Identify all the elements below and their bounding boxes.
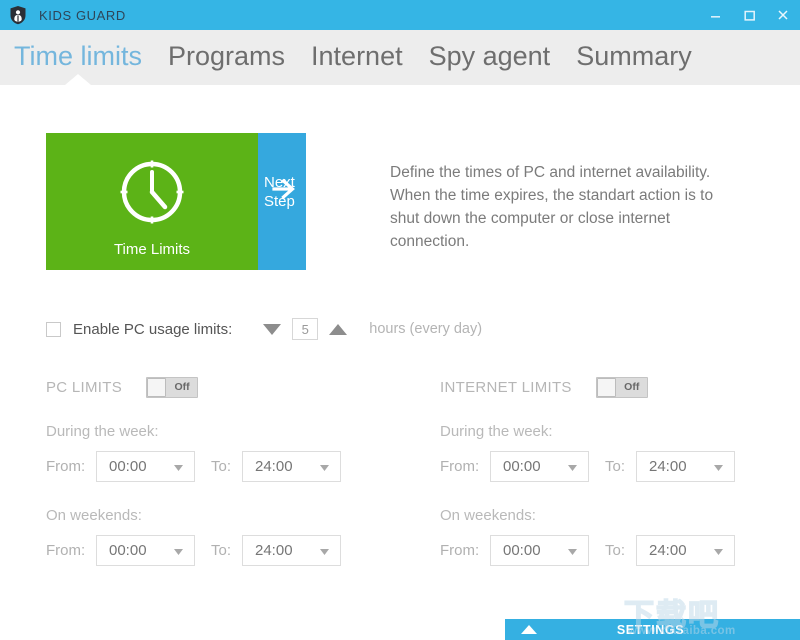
tab-summary[interactable]: Summary [576, 42, 692, 70]
hours-units-label: hours (every day) [369, 321, 483, 337]
chevron-down-icon [320, 549, 329, 555]
window-title: KIDS GUARD [39, 7, 126, 23]
chevron-down-icon [714, 465, 723, 471]
pc-weekend-to-label: To: [211, 542, 232, 559]
clock-icon [46, 156, 258, 228]
chevron-down-icon [174, 465, 183, 471]
nav-bar: Time limits Programs Internet Spy agent … [0, 30, 800, 85]
pc-week-time-row: From: 00:00 To: 24:00 [46, 451, 341, 482]
maximize-icon[interactable] [732, 0, 766, 30]
settings-bar[interactable]: SETTINGS [505, 619, 800, 640]
select-value: 00:00 [503, 458, 541, 475]
close-icon[interactable] [766, 0, 800, 30]
select-value: 24:00 [255, 542, 293, 559]
internet-week-group-title: During the week: [440, 423, 553, 440]
pc-limits-title: PC LIMITS [46, 378, 123, 396]
internet-week-time-row: From: 00:00 To: 24:00 [440, 451, 735, 482]
tab-internet[interactable]: Internet [311, 42, 403, 70]
internet-weekend-group-title: On weekends: [440, 507, 536, 524]
toggle-knob [596, 377, 616, 397]
enable-pc-usage-checkbox[interactable] [46, 321, 61, 337]
pc-weekend-from-label: From: [46, 542, 86, 559]
arrow-right-icon [272, 177, 298, 206]
internet-limits-toggle[interactable]: Off [595, 376, 648, 398]
pc-week-group-title: During the week: [46, 423, 159, 440]
pc-week-from-label: From: [46, 458, 86, 475]
next-step-tile[interactable]: Next Step [258, 133, 306, 270]
tab-spy-agent[interactable]: Spy agent [429, 42, 551, 70]
pc-limits-header: PC LIMITS Off [46, 376, 341, 398]
pc-weekend-to-select[interactable]: 24:00 [242, 535, 341, 566]
chevron-down-icon [568, 465, 577, 471]
internet-weekend-to-select[interactable]: 24:00 [636, 535, 735, 566]
tab-programs[interactable]: Programs [168, 42, 285, 70]
enable-pc-usage-label: Enable PC usage limits: [73, 320, 233, 338]
hero-tiles: Time Limits Next Step [46, 133, 306, 270]
internet-weekend-time-row: From: 00:00 To: 24:00 [440, 535, 735, 566]
internet-weekend-from-label: From: [440, 542, 480, 559]
settings-label: SETTINGS [616, 622, 685, 637]
select-value: 00:00 [109, 542, 147, 559]
tile-label: Time Limits [113, 241, 191, 258]
title-bar: KIDS GUARD [0, 0, 800, 30]
pc-weekend-group-title: On weekends: [46, 507, 142, 524]
shield-person-icon [8, 5, 28, 25]
hours-value[interactable]: 5 [292, 318, 319, 340]
internet-weekend-from-select[interactable]: 00:00 [490, 535, 589, 566]
chevron-up-icon[interactable] [521, 625, 537, 634]
minimize-icon[interactable] [698, 0, 732, 30]
chevron-down-icon [568, 549, 577, 555]
kids-guard-window: KIDS GUARD Time limits Programs Internet… [0, 0, 800, 640]
select-value: 00:00 [503, 542, 541, 559]
pc-limits-toggle[interactable]: Off [146, 376, 199, 398]
active-tab-pointer [65, 74, 91, 85]
triangle-up-icon[interactable] [329, 323, 348, 335]
internet-week-to-select[interactable]: 24:00 [636, 451, 735, 482]
select-value: 24:00 [255, 458, 293, 475]
toggle-state-label: Off [174, 381, 190, 393]
triangle-down-icon[interactable] [263, 323, 282, 335]
nav-tabs: Time limits Programs Internet Spy agent … [0, 30, 800, 82]
internet-limits-panel: INTERNET LIMITS Off During the week: Fro… [440, 376, 735, 566]
toggle-state-label: Off [624, 381, 640, 393]
internet-week-from-label: From: [440, 458, 480, 475]
select-value: 24:00 [649, 542, 687, 559]
pc-week-from-select[interactable]: 00:00 [96, 451, 195, 482]
time-limits-tile[interactable]: Time Limits [46, 133, 258, 270]
chevron-down-icon [714, 549, 723, 555]
enable-pc-usage-row: Enable PC usage limits: 5 hours (every d… [46, 318, 482, 340]
pc-week-to-select[interactable]: 24:00 [242, 451, 341, 482]
chevron-down-icon [174, 549, 183, 555]
internet-week-from-select[interactable]: 00:00 [490, 451, 589, 482]
pc-limits-panel: PC LIMITS Off During the week: From: 00:… [46, 376, 341, 566]
select-value: 00:00 [109, 458, 147, 475]
pc-weekend-time-row: From: 00:00 To: 24:00 [46, 535, 341, 566]
tab-time-limits[interactable]: Time limits [14, 42, 142, 70]
hero-description: Define the times of PC and internet avai… [390, 164, 714, 250]
internet-week-to-label: To: [605, 458, 626, 475]
internet-limits-title: INTERNET LIMITS [440, 378, 572, 396]
toggle-knob [147, 377, 167, 397]
window-controls [698, 0, 800, 30]
pc-weekend-from-select[interactable]: 00:00 [96, 535, 195, 566]
pc-week-to-label: To: [211, 458, 232, 475]
select-value: 24:00 [649, 458, 687, 475]
chevron-down-icon [320, 465, 329, 471]
internet-weekend-to-label: To: [605, 542, 626, 559]
internet-limits-header: INTERNET LIMITS Off [440, 376, 735, 398]
